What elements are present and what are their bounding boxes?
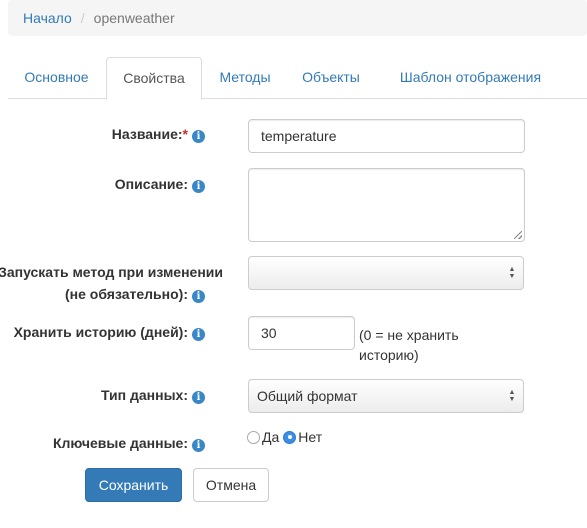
- history-label: Хранить историю (дней): i: [14, 322, 205, 342]
- info-icon[interactable]: i: [192, 439, 205, 452]
- radio-yes[interactable]: [247, 430, 260, 444]
- radio-no[interactable]: [283, 430, 297, 444]
- history-hint: (0 = не хранить историю): [359, 327, 459, 363]
- name-input[interactable]: [248, 119, 525, 153]
- history-days-input[interactable]: [248, 316, 355, 350]
- description-textarea[interactable]: [248, 168, 525, 242]
- method-label-line1: Запускать метод при изменении: [0, 264, 223, 280]
- tab-main[interactable]: Основное: [8, 57, 105, 99]
- key-data-radio-group: Да Нет: [247, 429, 322, 445]
- required-mark: *: [182, 126, 188, 142]
- tab-display-template[interactable]: Шаблон отображения: [383, 57, 558, 99]
- name-label: Название:* i: [112, 124, 205, 144]
- key-data-label: Ключевые данные: i: [53, 433, 205, 453]
- info-icon[interactable]: i: [192, 180, 205, 193]
- tab-properties[interactable]: Свойства: [106, 57, 202, 100]
- description-label: Описание: i: [115, 174, 205, 194]
- info-icon[interactable]: i: [192, 130, 205, 143]
- breadcrumb-home-link[interactable]: Начало: [23, 10, 72, 26]
- tab-objects[interactable]: Объекты: [290, 57, 372, 99]
- tab-bar: Основное Свойства Методы Объекты Шаблон …: [8, 57, 587, 100]
- info-icon[interactable]: i: [192, 290, 205, 303]
- method-select[interactable]: ▲ ▼: [248, 256, 524, 290]
- select-arrows-icon: ▲ ▼: [508, 266, 516, 280]
- datatype-label: Тип данных: i: [101, 385, 205, 405]
- resize-grip-icon[interactable]: [514, 231, 522, 239]
- info-icon[interactable]: i: [192, 391, 205, 404]
- breadcrumb-current: openweather: [93, 10, 175, 26]
- method-label-line2: (не обязательно): i: [65, 284, 205, 304]
- select-arrows-icon: ▲ ▼: [508, 389, 516, 403]
- radio-no-label[interactable]: Нет: [298, 429, 322, 445]
- breadcrumb: Начало / openweather: [8, 0, 587, 36]
- datatype-select-value: Общий формат: [257, 388, 358, 404]
- info-icon[interactable]: i: [192, 328, 205, 341]
- radio-yes-label[interactable]: Да: [262, 429, 279, 445]
- breadcrumb-separator: /: [80, 10, 85, 26]
- datatype-select[interactable]: Общий формат ▲ ▼: [248, 379, 524, 413]
- save-button[interactable]: Сохранить: [85, 468, 182, 502]
- cancel-button[interactable]: Отмена: [193, 468, 269, 502]
- tab-methods[interactable]: Методы: [204, 57, 286, 99]
